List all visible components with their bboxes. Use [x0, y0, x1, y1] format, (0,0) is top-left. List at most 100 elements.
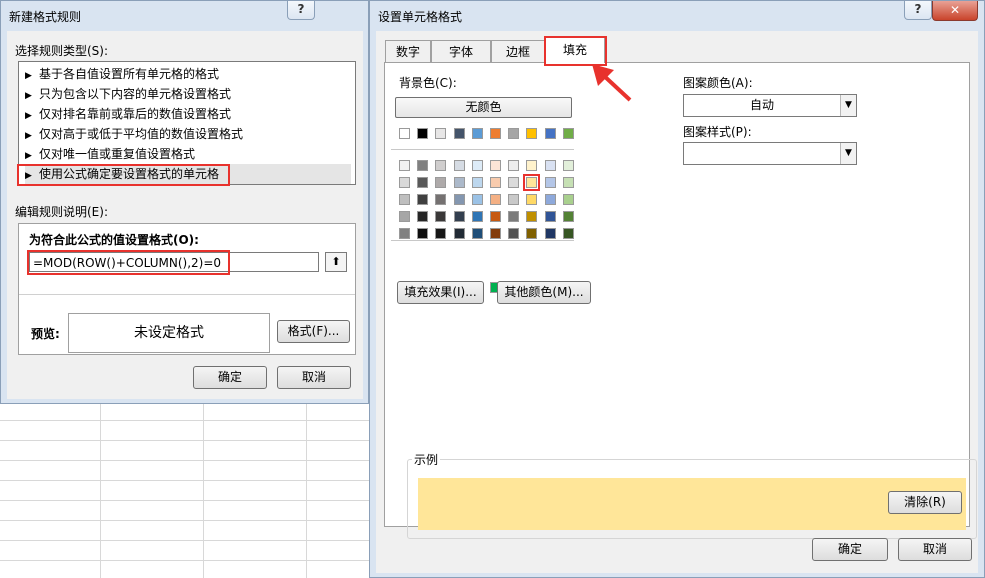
rule-type-item[interactable]: ▶ 仅对排名靠前或靠后的数值设置格式: [25, 104, 351, 124]
dialog-title: 新建格式规则: [9, 10, 82, 24]
rule-type-item[interactable]: ▶ 基于各自值设置所有单元格的格式: [25, 64, 351, 84]
pattern-color-select[interactable]: 自动 ▼: [683, 94, 857, 117]
color-swatch[interactable]: [399, 228, 410, 239]
close-button[interactable]: ✕: [932, 1, 978, 21]
color-swatch[interactable]: [471, 228, 483, 239]
divider: [391, 240, 574, 241]
color-swatch[interactable]: [435, 160, 447, 171]
rule-type-item-selected[interactable]: ▶ 使用公式确定要设置格式的单元格: [25, 164, 351, 184]
color-swatch[interactable]: [435, 194, 447, 205]
color-swatch[interactable]: [508, 160, 520, 171]
color-swatch[interactable]: [490, 228, 501, 239]
rule-type-text: 仅对唯一值或重复值设置格式: [39, 147, 196, 161]
collapse-dialog-icon[interactable]: ⬆: [325, 252, 347, 272]
rule-type-item[interactable]: ▶ 仅对唯一值或重复值设置格式: [25, 144, 351, 164]
color-swatch[interactable]: [435, 177, 447, 188]
more-colors-button[interactable]: 其他颜色(M)...: [497, 281, 591, 304]
color-swatch[interactable]: [399, 194, 410, 205]
color-swatch[interactable]: [417, 160, 429, 171]
preview-label: 预览:: [31, 327, 60, 341]
color-swatch[interactable]: [417, 194, 429, 205]
ok-button[interactable]: 确定: [193, 366, 267, 389]
divider: [19, 294, 355, 295]
chevron-down-icon: ▼: [840, 95, 856, 116]
color-swatch[interactable]: [453, 228, 465, 239]
pattern-style-select[interactable]: ▼: [683, 142, 857, 165]
color-swatch[interactable]: [544, 177, 556, 188]
color-swatch[interactable]: [417, 211, 429, 222]
color-swatch[interactable]: [471, 177, 483, 188]
color-swatch[interactable]: [526, 160, 538, 171]
color-swatch[interactable]: [490, 160, 501, 171]
cancel-button[interactable]: 取消: [898, 538, 972, 561]
color-swatch[interactable]: [526, 128, 538, 139]
color-swatch[interactable]: [453, 194, 465, 205]
annotation-arrow-shaft: [600, 72, 632, 102]
color-swatch[interactable]: [399, 160, 410, 171]
help-button[interactable]: ?: [287, 1, 315, 20]
tab-font[interactable]: 字体: [431, 40, 491, 62]
cancel-button[interactable]: 取消: [277, 366, 351, 389]
format-cells-dialog: 设置单元格格式 ? ✕ 数字 字体 边框 填充 背景色(C): 无颜色 填充效果…: [369, 0, 985, 578]
color-swatch[interactable]: [562, 128, 574, 139]
color-swatch[interactable]: [490, 211, 501, 222]
color-swatch[interactable]: [399, 211, 410, 222]
color-swatch[interactable]: [508, 177, 520, 188]
format-button[interactable]: 格式(F)...: [277, 320, 350, 343]
color-swatch[interactable]: [435, 228, 447, 239]
color-swatch[interactable]: [508, 128, 520, 139]
dialog-title: 设置单元格格式: [378, 10, 463, 24]
tab-number[interactable]: 数字: [385, 40, 431, 62]
color-swatch[interactable]: [399, 177, 410, 188]
rule-type-text: 使用公式确定要设置格式的单元格: [39, 167, 220, 181]
color-swatch[interactable]: [508, 228, 520, 239]
color-swatch[interactable]: [544, 160, 556, 171]
arrow-right-icon: ▶: [25, 171, 32, 181]
color-swatch[interactable]: [417, 228, 429, 239]
color-swatch[interactable]: [453, 128, 465, 139]
color-swatch[interactable]: [508, 194, 520, 205]
color-swatch[interactable]: [435, 128, 447, 139]
color-swatch[interactable]: [526, 211, 538, 222]
color-swatch[interactable]: [453, 211, 465, 222]
color-swatch[interactable]: [471, 128, 483, 139]
tab-border[interactable]: 边框: [491, 40, 545, 62]
color-swatch[interactable]: [490, 177, 501, 188]
color-swatch[interactable]: [435, 211, 447, 222]
color-swatch[interactable]: [471, 194, 483, 205]
rule-type-item[interactable]: ▶ 仅对高于或低于平均值的数值设置格式: [25, 124, 351, 144]
color-swatch[interactable]: [399, 128, 410, 139]
color-swatch[interactable]: [544, 128, 556, 139]
clear-button[interactable]: 清除(R): [888, 491, 962, 514]
color-swatch[interactable]: [453, 160, 465, 171]
color-swatch[interactable]: [490, 128, 501, 139]
color-swatch[interactable]: [544, 228, 556, 239]
edit-desc-label: 编辑规则说明(E):: [15, 205, 108, 219]
tab-fill[interactable]: 填充: [545, 36, 605, 63]
color-swatch[interactable]: [544, 194, 556, 205]
formula-label: 为符合此公式的值设置格式(O):: [29, 233, 199, 247]
color-swatch[interactable]: [526, 228, 538, 239]
color-swatch[interactable]: [471, 160, 483, 171]
color-swatch[interactable]: [526, 194, 538, 205]
color-swatch[interactable]: [490, 194, 501, 205]
color-swatch[interactable]: [453, 177, 465, 188]
help-button[interactable]: ?: [904, 1, 932, 20]
ok-button[interactable]: 确定: [812, 538, 888, 561]
no-color-button[interactable]: 无颜色: [395, 97, 572, 118]
formula-input[interactable]: =MOD(ROW()+COLUMN(),2)=0: [29, 252, 319, 272]
color-swatch[interactable]: [417, 128, 429, 139]
rule-type-list[interactable]: ▶ 基于各自值设置所有单元格的格式 ▶ 只为包含以下内容的单元格设置格式 ▶ 仅对排名…: [18, 61, 356, 185]
color-swatch[interactable]: [417, 177, 429, 188]
color-swatch[interactable]: [562, 160, 574, 171]
color-swatch[interactable]: [562, 211, 574, 222]
fill-effects-button[interactable]: 填充效果(I)...: [397, 281, 484, 304]
color-swatch[interactable]: [562, 228, 574, 239]
rule-type-item[interactable]: ▶ 只为包含以下内容的单元格设置格式: [25, 84, 351, 104]
color-swatch-selected[interactable]: [523, 174, 541, 191]
color-swatch[interactable]: [471, 211, 483, 222]
color-swatch[interactable]: [562, 194, 574, 205]
color-swatch[interactable]: [508, 211, 520, 222]
color-swatch[interactable]: [562, 177, 574, 188]
color-swatch[interactable]: [544, 211, 556, 222]
